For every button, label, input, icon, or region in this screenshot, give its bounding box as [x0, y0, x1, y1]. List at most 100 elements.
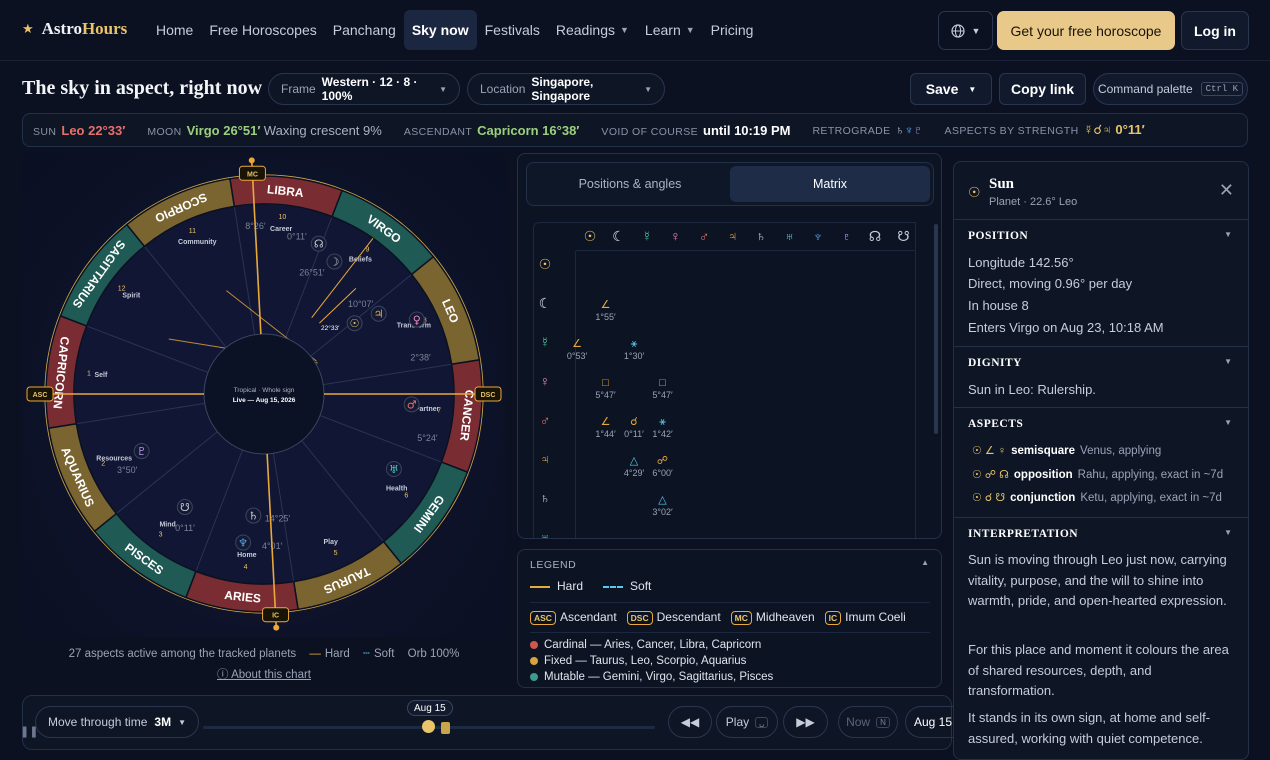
- aspect-row[interactable]: ☉ ☍ ☊ opposition Rahu, applying, exact in …: [972, 468, 1223, 482]
- sun-icon: ☉: [968, 184, 981, 200]
- mc-handle[interactable]: [248, 157, 255, 164]
- nav-links: Home Free Horoscopes Panchang Sky now Fe…: [148, 10, 761, 50]
- tab-positions[interactable]: Positions & angles: [530, 166, 730, 202]
- matrix-cell[interactable]: ⚹ 1°42′: [643, 416, 683, 440]
- matrix-cell[interactable]: ⚹ 1°30′: [614, 338, 654, 362]
- save-button[interactable]: Save ▼: [910, 73, 992, 105]
- matrix-cell[interactable]: △ 3°02′: [643, 494, 683, 518]
- matrix-col-glyph[interactable]: ♄: [751, 228, 771, 244]
- view-tabs: Positions & angles Matrix: [526, 162, 934, 206]
- chevron-down-icon[interactable]: ▼: [1224, 230, 1232, 239]
- matrix-row-glyph[interactable]: ♄: [535, 490, 555, 506]
- matrix-row-glyph[interactable]: ♅: [535, 529, 555, 538]
- get-horoscope-button[interactable]: Get your free horoscope: [997, 11, 1175, 50]
- ketu-planet-icon-glyph: ☋: [180, 501, 190, 514]
- mc-tag-label: MC: [247, 171, 258, 178]
- rahu-planet-icon-glyph: ☊: [314, 238, 324, 251]
- aspect-orb: 1°55′: [595, 312, 616, 322]
- legend-title: LEGEND: [530, 559, 577, 571]
- degree-label: 2°38′: [410, 353, 431, 363]
- chevron-down-icon[interactable]: ▼: [1224, 357, 1232, 366]
- now-button[interactable]: Now N: [838, 706, 898, 738]
- time-slider-handle[interactable]: [422, 720, 435, 733]
- brand-logo[interactable]: ★ Astro Hours: [22, 19, 127, 39]
- matrix-row-glyph[interactable]: ☾: [535, 295, 555, 312]
- pause-icon[interactable]: ❚❚: [20, 725, 38, 738]
- pluto-planet-icon-glyph: ♇: [137, 445, 147, 458]
- legend-angles: ASC Ascendant DSC Descendant MC Midheaven I…: [530, 602, 930, 628]
- aspect-orb: 1°44′: [595, 429, 616, 439]
- about-chart-link[interactable]: ⓘ About this chart: [22, 666, 506, 682]
- nav-free-horoscopes[interactable]: Free Horoscopes: [201, 10, 324, 50]
- move-through-time-selector[interactable]: Move through time 3M ▼: [35, 706, 199, 738]
- chevron-down-icon[interactable]: ▼: [1224, 528, 1232, 537]
- matrix-col-glyph[interactable]: ☊: [865, 228, 885, 245]
- frame-selector[interactable]: Frame Western · 12 · 8 · 100% ▼: [268, 73, 460, 105]
- matrix-cell[interactable]: ∠ 0°53′: [557, 338, 597, 362]
- matrix-row-glyph[interactable]: ♃: [535, 451, 555, 467]
- command-palette-button[interactable]: Command palette Ctrl K: [1093, 73, 1248, 105]
- info-icon: ⓘ: [217, 669, 232, 681]
- login-button[interactable]: Log in: [1181, 11, 1249, 50]
- legend-hard: Hard: [530, 579, 583, 593]
- zodiac-wheel[interactable]: 10Career9Beliefs8Transform7Partner6Healt…: [22, 152, 506, 637]
- copy-link-button[interactable]: Copy link: [999, 73, 1086, 105]
- matrix-cell[interactable]: ∠ 1°55′: [586, 299, 626, 323]
- matrix-row-glyph[interactable]: ♀: [535, 373, 555, 389]
- nav-readings[interactable]: Readings ▼: [548, 10, 637, 50]
- matrix-scrollbar[interactable]: [933, 214, 938, 534]
- aspect-row[interactable]: ☉ ☌ ☋ conjunction Ketu, applying, exact in…: [972, 491, 1222, 505]
- matrix-row-headers: ☉ ☾ ☿ ♀ ♂ ♃ ♄ ♅: [534, 251, 576, 538]
- degree-label: 10°07′: [348, 299, 374, 309]
- detail-subtitle: Planet · 22.6° Leo: [989, 196, 1078, 208]
- matrix-col-glyph[interactable]: ♂: [694, 228, 714, 244]
- language-selector[interactable]: ▼: [938, 11, 993, 50]
- nav-home[interactable]: Home: [148, 10, 201, 50]
- scroll-thumb[interactable]: [934, 224, 938, 434]
- matrix-row-glyph[interactable]: ☉: [535, 256, 555, 273]
- matrix-col-glyph[interactable]: ☋: [894, 228, 914, 245]
- nav-panchang[interactable]: Panchang: [325, 10, 404, 50]
- status-void: VOID OF COURSE until 10:19 PM: [601, 122, 791, 138]
- legend-modes: Cardinal — Aries, Cancer, Libra, Caprico…: [530, 632, 930, 685]
- date-picker[interactable]: Aug 15, 2026: [905, 706, 953, 738]
- aspect-orb: 1°42′: [652, 429, 673, 439]
- ic-handle[interactable]: [273, 624, 280, 631]
- fast-forward-button[interactable]: ▶▶: [783, 706, 828, 738]
- moon-planet-icon-glyph: ☽: [329, 256, 339, 269]
- rewind-button[interactable]: ◀◀: [668, 706, 712, 738]
- house-number: 10: [278, 214, 286, 221]
- chevron-up-icon[interactable]: ▲: [921, 558, 929, 567]
- matrix-row-glyph[interactable]: ☿: [535, 334, 555, 350]
- aspect-symbol: ⚹: [630, 338, 638, 350]
- wheel-center: [203, 333, 325, 455]
- matrix-col-glyph[interactable]: ☿: [637, 228, 657, 244]
- fast-forward-icon: ▶▶: [796, 715, 815, 729]
- chevron-down-icon[interactable]: ▼: [1224, 418, 1232, 427]
- matrix-row-glyph[interactable]: ♂: [535, 412, 555, 428]
- chevron-down-icon: ▼: [620, 25, 629, 35]
- play-button[interactable]: Play ␣: [716, 706, 778, 738]
- nav-sky-now[interactable]: Sky now: [403, 10, 477, 50]
- tab-matrix[interactable]: Matrix: [730, 166, 930, 202]
- matrix-col-glyph[interactable]: ♃: [723, 228, 743, 244]
- matrix-col-glyph[interactable]: ☉: [580, 228, 600, 245]
- house-name: Health: [386, 485, 407, 492]
- matrix-col-glyph[interactable]: ☾: [609, 228, 629, 245]
- aspect-row[interactable]: ☉ ∠ ♀ semisquare Venus, applying: [972, 444, 1161, 458]
- matrix-cell[interactable]: □ 5°47′: [586, 377, 626, 401]
- nav-learn[interactable]: Learn ▼: [637, 10, 703, 50]
- aspect-symbol: □: [659, 377, 666, 389]
- wheel-center-line1: Tropical · Whole sign: [234, 387, 295, 394]
- nav-festivals[interactable]: Festivals: [477, 10, 548, 50]
- matrix-cell[interactable]: ☍ 6°00′: [643, 455, 683, 479]
- matrix-col-glyph[interactable]: ♀: [666, 228, 686, 244]
- close-icon[interactable]: ✕: [1219, 180, 1234, 201]
- time-slider-marker[interactable]: [441, 722, 450, 734]
- nav-pricing[interactable]: Pricing: [703, 10, 762, 50]
- location-selector[interactable]: Location Singapore, Singapore ▼: [467, 73, 665, 105]
- matrix-col-glyph[interactable]: ♅: [780, 228, 800, 244]
- matrix-col-glyph[interactable]: ♆: [808, 228, 828, 244]
- matrix-col-glyph[interactable]: ♇: [837, 228, 857, 244]
- matrix-cell[interactable]: □ 5°47′: [643, 377, 683, 401]
